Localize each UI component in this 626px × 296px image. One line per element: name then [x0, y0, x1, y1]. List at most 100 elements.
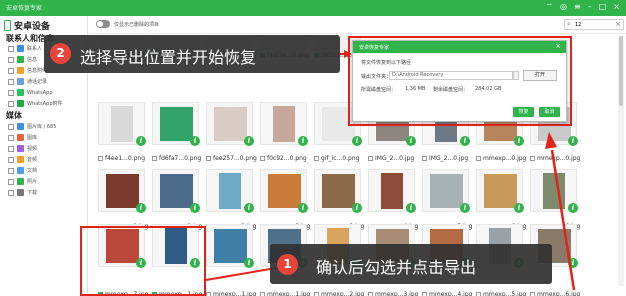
file-label[interactable]: f0c92...0.png: [260, 154, 314, 162]
search-input[interactable]: [575, 21, 611, 29]
info-icon[interactable]: i: [352, 136, 362, 146]
chat-icon[interactable]: ◎: [560, 2, 567, 12]
info-icon[interactable]: i: [568, 136, 578, 146]
sidebar-item[interactable]: 照片: [8, 177, 37, 186]
file-label[interactable]: mmexp...0.jpg: [476, 154, 530, 162]
sidebar-item[interactable]: 联系人: [8, 44, 42, 53]
info-icon[interactable]: i: [136, 203, 146, 213]
output-path-field[interactable]: D:\Android Recovery: [389, 71, 513, 80]
sidebar-item[interactable]: 图片库 / 685: [8, 122, 56, 131]
checkbox[interactable]: [422, 291, 427, 296]
sidebar-item[interactable]: 图库: [8, 133, 37, 142]
thumbnail[interactable]: i: [422, 169, 470, 213]
file-label[interactable]: fee257...0.png: [206, 154, 260, 162]
sidebar-item[interactable]: 下载: [8, 188, 37, 197]
file-label[interactable]: gif_ic...0.png: [314, 154, 368, 162]
info-icon[interactable]: i: [244, 258, 254, 268]
checkbox[interactable]: [530, 291, 535, 296]
file-label[interactable]: fd6fa7...0.png: [152, 154, 206, 162]
info-icon[interactable]: i: [460, 203, 470, 213]
file-label[interactable]: mmexp...3.jpg: [368, 290, 422, 296]
search-box[interactable]: ⌕ ×: [564, 19, 624, 30]
info-icon[interactable]: i: [298, 136, 308, 146]
file-label[interactable]: mmexp...6.jpg: [530, 290, 584, 296]
info-icon[interactable]: i: [514, 136, 524, 146]
sidebar-item[interactable]: 信息附件: [8, 66, 47, 75]
checkbox[interactable]: [8, 167, 14, 174]
thumbnail[interactable]: i: [260, 102, 308, 146]
thumbnail[interactable]: i: [98, 102, 146, 146]
checkbox[interactable]: [368, 291, 373, 296]
file-label[interactable]: mmexp...1.jpg: [260, 290, 314, 296]
close-icon[interactable]: ×: [613, 2, 620, 12]
checkbox[interactable]: [8, 123, 14, 130]
checkbox[interactable]: [8, 100, 14, 107]
info-icon[interactable]: i: [244, 203, 254, 213]
checkbox[interactable]: [8, 145, 14, 152]
file-label[interactable]: mmexp...4.jpg: [422, 290, 476, 296]
checkbox[interactable]: [8, 189, 14, 196]
wifi-icon[interactable]: ⌔: [546, 2, 554, 12]
thumbnail[interactable]: i: [152, 102, 200, 146]
thumbnail[interactable]: i: [206, 224, 254, 268]
open-button[interactable]: 打开: [523, 70, 557, 81]
file-label[interactable]: mmexp...5.jpg: [476, 290, 530, 296]
thumbnail[interactable]: i: [476, 169, 524, 213]
checkbox[interactable]: [260, 155, 265, 161]
info-icon[interactable]: i: [190, 203, 200, 213]
scrollbar-thumb[interactable]: [619, 36, 623, 106]
sidebar-item[interactable]: WhatsApp附件: [8, 99, 63, 108]
device-header[interactable]: 安卓设备: [4, 19, 50, 32]
info-icon[interactable]: i: [244, 136, 254, 146]
menu-icon[interactable]: ≡: [574, 2, 581, 12]
sidebar-item[interactable]: 音频: [8, 155, 37, 164]
recover-button[interactable]: 恢复: [513, 107, 534, 117]
file-label[interactable]: IMG_2...0.jpg: [422, 154, 476, 162]
checkbox[interactable]: [476, 291, 481, 296]
maximize-icon[interactable]: □: [599, 2, 607, 12]
checkbox[interactable]: [260, 291, 265, 296]
file-label[interactable]: mmexp...0.jpg: [530, 154, 584, 162]
checkbox[interactable]: [152, 155, 157, 161]
thumbnail[interactable]: i: [206, 169, 254, 213]
info-icon[interactable]: i: [514, 203, 524, 213]
thumbnail[interactable]: i: [152, 169, 200, 213]
thumbnail[interactable]: i: [530, 169, 578, 213]
file-label[interactable]: mmexp...2.jpg: [314, 290, 368, 296]
minimize-icon[interactable]: –: [588, 2, 592, 12]
info-icon[interactable]: i: [352, 203, 362, 213]
info-icon[interactable]: i: [568, 258, 578, 268]
checkbox[interactable]: [8, 178, 14, 185]
info-icon[interactable]: i: [190, 136, 200, 146]
scrollbar[interactable]: [618, 36, 624, 286]
checkbox[interactable]: [530, 155, 535, 161]
thumbnail[interactable]: i: [368, 169, 416, 213]
checkbox[interactable]: [314, 291, 319, 296]
checkbox[interactable]: [8, 134, 14, 141]
close-icon[interactable]: ×: [555, 42, 561, 50]
section-media[interactable]: 媒体: [6, 110, 22, 121]
sidebar-item[interactable]: 视频: [8, 144, 37, 153]
thumbnail[interactable]: i: [98, 169, 146, 213]
sidebar-item[interactable]: 文档: [8, 166, 37, 175]
sidebar-item[interactable]: WhatsApp: [8, 88, 53, 97]
file-label[interactable]: f4ee1...0.png: [98, 154, 152, 162]
info-icon[interactable]: i: [568, 203, 578, 213]
sidebar-item[interactable]: 通话记录: [8, 77, 47, 86]
info-icon[interactable]: i: [460, 136, 470, 146]
checkbox[interactable]: [8, 67, 14, 74]
deleted-only-toggle[interactable]: [96, 20, 110, 28]
checkbox[interactable]: [206, 291, 211, 296]
checkbox[interactable]: [98, 155, 103, 161]
checkbox[interactable]: [8, 45, 14, 52]
thumbnail[interactable]: i: [260, 169, 308, 213]
clear-search-icon[interactable]: ×: [615, 20, 621, 28]
checkbox[interactable]: [368, 155, 373, 161]
file-label[interactable]: IMG_2...0.jpg: [368, 154, 422, 162]
checkbox[interactable]: [476, 155, 481, 161]
path-dropdown[interactable]: [513, 71, 519, 80]
checkbox[interactable]: [8, 89, 14, 96]
checkbox[interactable]: [314, 155, 319, 161]
checkbox[interactable]: [8, 156, 14, 163]
checkbox[interactable]: [8, 78, 14, 85]
